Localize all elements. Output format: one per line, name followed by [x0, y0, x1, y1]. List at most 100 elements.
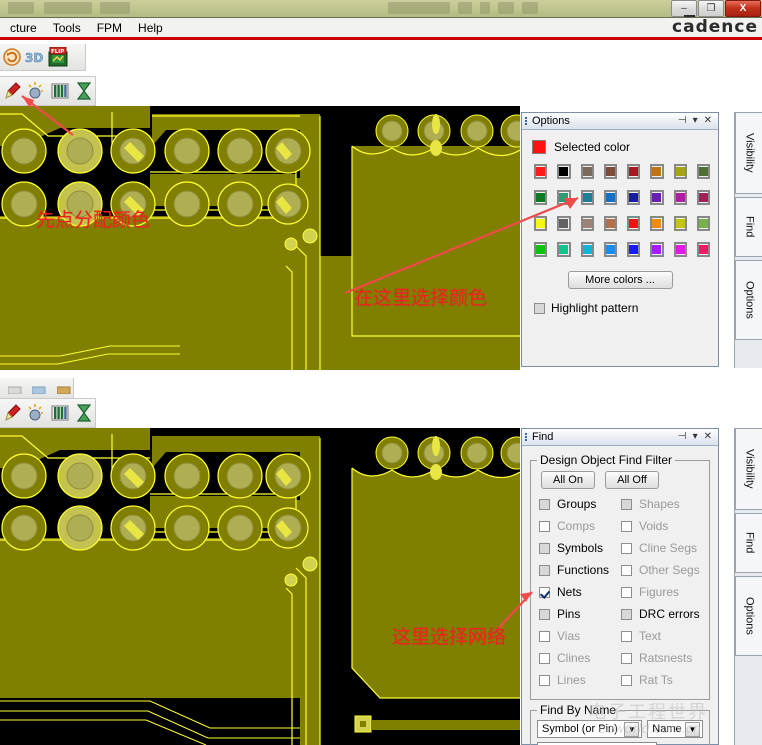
color-assign-icon[interactable]	[2, 81, 22, 101]
color-swatch-2-7[interactable]	[696, 216, 710, 231]
color-swatch-3-2[interactable]	[580, 242, 594, 257]
color-swatch-2-1[interactable]	[557, 216, 571, 231]
find-filter-groups-checkbox[interactable]	[539, 498, 550, 510]
color-swatch-1-6[interactable]	[673, 190, 687, 205]
all-toggle-buttons: All On All Off	[541, 471, 703, 489]
all-on-button[interactable]: All On	[541, 471, 595, 489]
all-off-button[interactable]: All Off	[605, 471, 659, 489]
color-swatch-0-6[interactable]	[673, 164, 687, 179]
color-swatch-3-7[interactable]	[696, 242, 710, 257]
flip-design-icon[interactable]: FLIP	[48, 47, 68, 67]
side-tab-find-2[interactable]: Find	[735, 513, 762, 573]
color-swatch-3-5[interactable]	[650, 242, 664, 257]
find-filter-cline-segs-checkbox	[621, 542, 632, 554]
color-swatch-3-0[interactable]	[534, 242, 548, 257]
find-filter-symbols-checkbox[interactable]	[539, 542, 550, 554]
side-tab-find[interactable]: Find	[735, 197, 762, 257]
color-swatch-2-6[interactable]	[673, 216, 687, 231]
color-swatch-fill	[629, 245, 639, 254]
panel-menu-icon-2[interactable]: ▾	[690, 431, 701, 443]
color-swatch-3-6[interactable]	[673, 242, 687, 257]
color-palette-grid[interactable]	[534, 164, 710, 257]
side-tab-find-label: Find	[743, 216, 756, 238]
side-tab-visibility-label-2: Visibility	[743, 449, 756, 489]
find-filter-clines-checkbox	[539, 652, 550, 664]
color-swatch-2-5[interactable]	[650, 216, 664, 231]
color-swatch-1-3[interactable]	[603, 190, 617, 205]
find-filter-drc-errors[interactable]: DRC errors	[621, 603, 703, 625]
more-colors-button[interactable]: More colors ...	[567, 271, 673, 289]
highlight-pattern-row[interactable]: Highlight pattern	[534, 301, 710, 315]
color-swatch-2-2[interactable]	[580, 216, 594, 231]
find-filter-voids-checkbox	[621, 520, 632, 532]
highlight-pattern-checkbox[interactable]	[534, 302, 545, 314]
toolbar-partial-icon-1[interactable]	[6, 379, 24, 399]
color-swatch-0-5[interactable]	[650, 164, 664, 179]
find-filter-functions[interactable]: Functions	[539, 559, 621, 581]
pin-icon[interactable]: ⊣	[675, 115, 690, 127]
highlight-icon-2[interactable]	[26, 403, 46, 423]
color-swatch-3-3[interactable]	[603, 242, 617, 257]
highlight-icon[interactable]	[26, 81, 46, 101]
color-swatch-0-1[interactable]	[557, 164, 571, 179]
close-button[interactable]: X	[725, 0, 761, 17]
color-swatch-0-0[interactable]	[534, 164, 548, 179]
panel-close-icon-2[interactable]: ✕	[701, 431, 715, 443]
side-tab-visibility[interactable]: Visibility	[735, 112, 762, 194]
selected-color-swatch[interactable]	[532, 140, 546, 154]
subclass-icon[interactable]	[50, 81, 70, 101]
color-swatch-fill	[629, 167, 639, 176]
color-swatch-0-4[interactable]	[627, 164, 641, 179]
pin-icon-2[interactable]: ⊣	[675, 431, 690, 443]
menu-manufacture[interactable]: cture	[2, 20, 45, 36]
find-filter-nets[interactable]: Nets	[539, 581, 621, 603]
find-filter-groups[interactable]: Groups	[539, 493, 621, 515]
menu-tools[interactable]: Tools	[45, 20, 89, 36]
find-filter-nets-checkbox[interactable]	[539, 586, 550, 598]
color-swatch-2-3[interactable]	[603, 216, 617, 231]
find-filter-functions-checkbox[interactable]	[539, 564, 550, 576]
color-swatch-3-1[interactable]	[557, 242, 571, 257]
color-swatch-fill	[629, 193, 639, 202]
find-filter-symbols[interactable]: Symbols	[539, 537, 621, 559]
color-swatch-0-2[interactable]	[580, 164, 594, 179]
side-tab-options[interactable]: Options	[735, 260, 762, 340]
panel-menu-icon[interactable]: ▾	[690, 115, 701, 127]
pcb-canvas-top[interactable]	[0, 106, 520, 370]
more-colors-row: More colors ...	[530, 271, 710, 289]
undo-icon[interactable]	[2, 47, 22, 67]
menu-help[interactable]: Help	[130, 20, 171, 36]
delay-tune-icon-2[interactable]	[74, 403, 94, 423]
find-filter-drc-errors-checkbox[interactable]	[621, 608, 632, 620]
color-swatch-1-4[interactable]	[627, 190, 641, 205]
side-tab-options-2[interactable]: Options	[735, 576, 762, 656]
color-swatch-1-7[interactable]	[696, 190, 710, 205]
color-swatch-1-0[interactable]	[534, 190, 548, 205]
color-swatch-1-5[interactable]	[650, 190, 664, 205]
find-filter-pins-checkbox[interactable]	[539, 608, 550, 620]
delay-tune-icon[interactable]	[74, 81, 94, 101]
toolbar-partial-icon-3[interactable]	[55, 379, 73, 399]
subclass-icon-2[interactable]	[50, 403, 70, 423]
color-swatch-1-1[interactable]	[557, 190, 571, 205]
find-filter-shapes: Shapes	[621, 493, 703, 515]
color-assign-icon-2[interactable]	[2, 403, 22, 423]
color-swatch-0-7[interactable]	[696, 164, 710, 179]
color-swatch-fill	[605, 245, 615, 254]
panel-close-icon[interactable]: ✕	[701, 115, 715, 127]
color-swatch-3-4[interactable]	[627, 242, 641, 257]
side-tab-visibility-2[interactable]: Visibility	[735, 428, 762, 510]
toolbar-partial-icon-2[interactable]	[30, 379, 48, 399]
color-swatch-2-0[interactable]	[534, 216, 548, 231]
3d-view-icon[interactable]: 3D	[25, 47, 45, 67]
find-filter-pins[interactable]: Pins	[539, 603, 621, 625]
find-filter-ratsnests-checkbox	[621, 652, 632, 664]
color-swatch-1-2[interactable]	[580, 190, 594, 205]
maximize-button[interactable]: ❐	[698, 0, 724, 17]
menu-fpm[interactable]: FPM	[89, 20, 130, 36]
pcb-canvas-bottom[interactable]	[0, 428, 520, 745]
color-swatch-0-3[interactable]	[603, 164, 617, 179]
find-filter-drc-errors-label: DRC errors	[639, 607, 700, 621]
color-swatch-2-4[interactable]	[627, 216, 641, 231]
color-swatch-fill	[582, 219, 592, 228]
